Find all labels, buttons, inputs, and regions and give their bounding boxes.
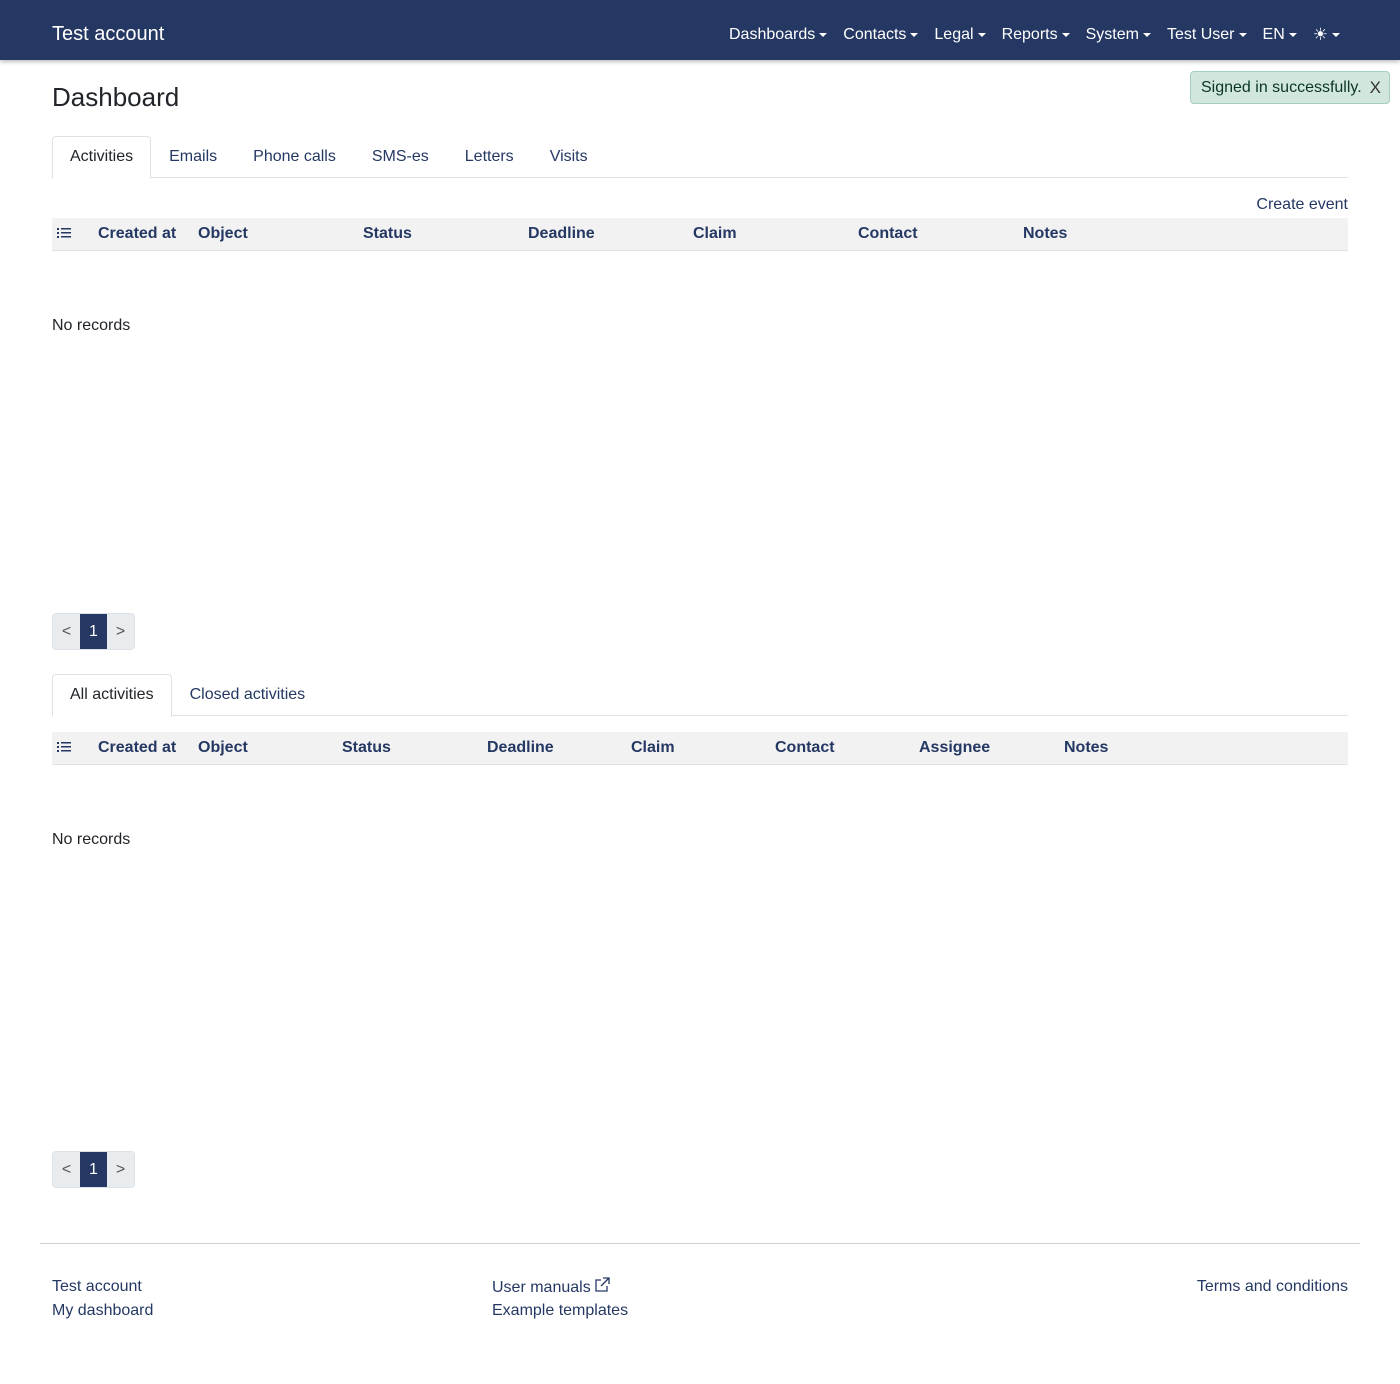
caret-down-icon <box>1288 33 1297 37</box>
caret-down-icon <box>910 33 919 37</box>
nav-user-label: Test User <box>1166 26 1235 43</box>
page-1-button[interactable]: 1 <box>80 1152 107 1187</box>
page-1-button[interactable]: 1 <box>80 614 107 649</box>
column-header-object[interactable]: Object <box>198 732 248 764</box>
caret-down-icon <box>819 33 828 37</box>
column-header-contact[interactable]: Contact <box>858 218 918 250</box>
brand-link[interactable]: Test account <box>52 21 164 47</box>
next-page-button[interactable]: > <box>107 1152 134 1187</box>
nav-theme-dropdown[interactable]: ☀ <box>1313 24 1340 46</box>
empty-state-text: No records <box>52 317 131 334</box>
pagination: < 1 > <box>52 613 135 650</box>
nav-reports-dropdown[interactable]: Reports <box>1002 24 1070 46</box>
nav-contacts-dropdown[interactable]: Contacts <box>843 24 919 46</box>
column-chooser-icon[interactable] <box>57 227 71 239</box>
column-header-object[interactable]: Object <box>198 218 248 250</box>
create-event-link[interactable]: Create event <box>1256 196 1348 214</box>
nav-system-dropdown[interactable]: System <box>1086 24 1151 46</box>
nav-language-dropdown[interactable]: EN <box>1263 24 1297 46</box>
next-page-button[interactable]: > <box>107 614 134 649</box>
footer-link-user-manuals-label: User manuals <box>492 1279 591 1296</box>
tab-closed-activities[interactable]: Closed activities <box>172 674 324 716</box>
pagination: < 1 > <box>52 1151 135 1188</box>
nav-menu: Dashboards Contacts Legal Reports System… <box>729 24 1340 46</box>
tab-sms[interactable]: SMS-es <box>354 136 447 178</box>
nav-reports-label: Reports <box>1001 26 1058 43</box>
all-activities-table-header: Created at Object Status Deadline Claim … <box>52 732 1348 765</box>
tab-visits[interactable]: Visits <box>532 136 606 178</box>
activity-filter-tabs: All activities Closed activities <box>52 674 1348 717</box>
tab-phone-calls[interactable]: Phone calls <box>235 136 354 178</box>
nav-contacts-label: Contacts <box>843 26 907 43</box>
column-header-deadline[interactable]: Deadline <box>528 218 595 250</box>
sun-icon: ☀ <box>1312 25 1328 44</box>
column-header-contact[interactable]: Contact <box>775 732 835 764</box>
footer-link-test-account[interactable]: Test account <box>52 1277 142 1297</box>
caret-down-icon <box>1142 33 1151 37</box>
column-header-status[interactable]: Status <box>363 218 412 250</box>
toast-message: Signed in successfully. <box>1201 78 1362 96</box>
footer-link-user-manuals[interactable]: User manuals <box>492 1277 610 1298</box>
footer-link-example-templates[interactable]: Example templates <box>492 1301 628 1321</box>
nav-dashboards-dropdown[interactable]: Dashboards <box>728 24 828 46</box>
footer-link-terms[interactable]: Terms and conditions <box>1197 1277 1348 1297</box>
page-title: Dashboard <box>52 82 180 112</box>
column-header-claim[interactable]: Claim <box>693 218 737 250</box>
column-header-claim[interactable]: Claim <box>631 732 675 764</box>
column-header-status[interactable]: Status <box>342 732 391 764</box>
column-header-created-at[interactable]: Created at <box>98 732 176 764</box>
nav-legal-dropdown[interactable]: Legal <box>934 24 986 46</box>
column-header-created-at[interactable]: Created at <box>98 218 176 250</box>
nav-system-label: System <box>1085 26 1139 43</box>
success-toast: Signed in successfully. X <box>1190 71 1390 104</box>
external-link-icon <box>595 1277 610 1292</box>
caret-down-icon <box>1238 33 1247 37</box>
tab-all-activities[interactable]: All activities <box>52 674 172 717</box>
nav-dashboards-label: Dashboards <box>728 26 816 43</box>
caret-down-icon <box>1332 33 1340 37</box>
caret-down-icon <box>977 33 986 37</box>
empty-state-text: No records <box>52 831 131 848</box>
activities-table-header: Created at Object Status Deadline Claim … <box>52 218 1348 251</box>
prev-page-button[interactable]: < <box>53 614 80 649</box>
caret-down-icon <box>1061 33 1070 37</box>
nav-language-label: EN <box>1262 26 1285 43</box>
tab-letters[interactable]: Letters <box>447 136 532 178</box>
footer-link-my-dashboard[interactable]: My dashboard <box>52 1301 153 1321</box>
tab-activities[interactable]: Activities <box>52 136 152 179</box>
prev-page-button[interactable]: < <box>53 1152 80 1187</box>
column-header-notes[interactable]: Notes <box>1023 218 1067 250</box>
footer-divider <box>40 1243 1360 1244</box>
column-header-notes[interactable]: Notes <box>1064 732 1108 764</box>
column-header-assignee[interactable]: Assignee <box>919 732 990 764</box>
column-chooser-icon[interactable] <box>57 741 71 753</box>
toast-close-button[interactable]: X <box>1370 78 1381 98</box>
activity-type-tabs: Activities Emails Phone calls SMS-es Let… <box>52 136 1348 179</box>
tab-emails[interactable]: Emails <box>151 136 235 178</box>
column-header-deadline[interactable]: Deadline <box>487 732 554 764</box>
top-navbar: Test account Dashboards Contacts Legal R… <box>0 0 1400 60</box>
nav-legal-label: Legal <box>934 26 974 43</box>
nav-user-dropdown[interactable]: Test User <box>1167 24 1247 46</box>
